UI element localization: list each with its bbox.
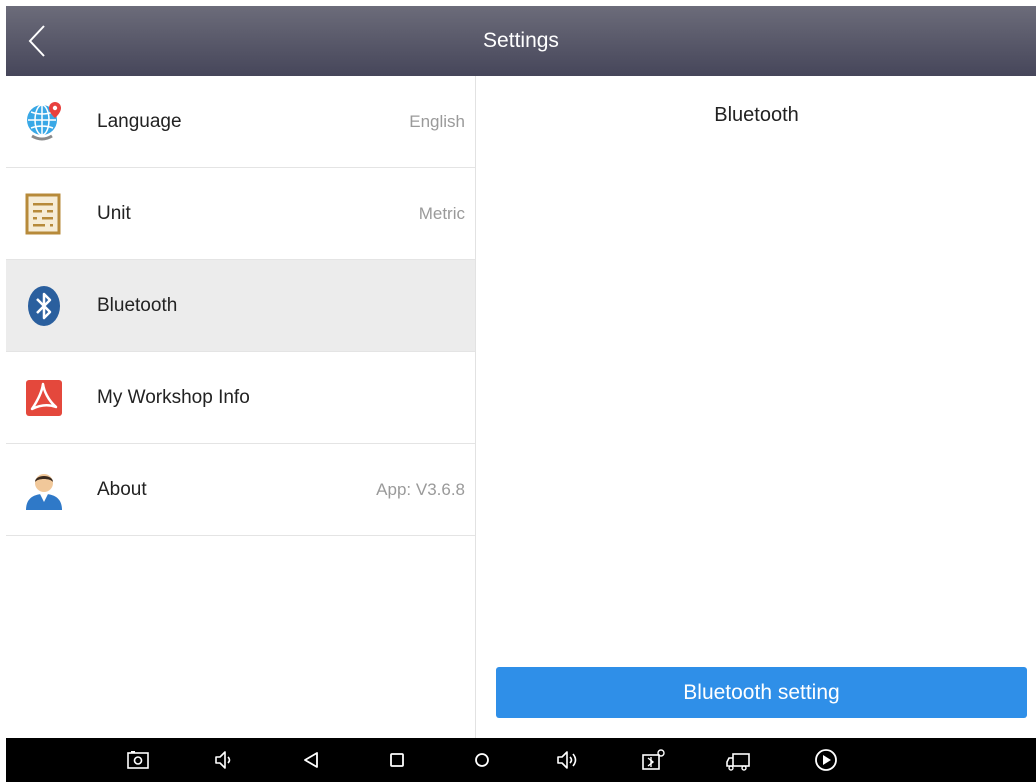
vci-icon: [642, 749, 665, 770]
title-bar: Settings: [6, 6, 1036, 76]
volume-down-button[interactable]: [211, 747, 237, 773]
globe-icon: [22, 100, 66, 144]
screenshot-button[interactable]: [125, 747, 151, 773]
navigation-bar: [6, 738, 1036, 782]
settings-item-about[interactable]: About App: V3.6.8: [6, 444, 475, 536]
play-icon: [815, 749, 837, 771]
home-button[interactable]: [469, 747, 495, 773]
page-title: Settings: [483, 29, 559, 52]
workshop-pdf-icon: [22, 376, 66, 420]
back-icon: [304, 752, 318, 768]
app-window: Settings Language English Unit Metric Bl…: [6, 6, 1036, 782]
bluetooth-icon: [22, 284, 66, 328]
settings-item-value: Metric: [418, 204, 465, 223]
settings-item-label: My Workshop Info: [97, 387, 250, 408]
settings-item-label: Unit: [97, 203, 131, 224]
volume-up-icon: [557, 751, 577, 769]
settings-item-label: Language: [97, 111, 182, 132]
truck-button[interactable]: [725, 747, 751, 773]
volume-up-button[interactable]: [555, 747, 581, 773]
panel-title: Bluetooth: [714, 104, 799, 126]
home-icon: [475, 753, 489, 767]
settings-list: Language English Unit Metric Bluetooth M…: [6, 76, 476, 738]
settings-item-unit[interactable]: Unit Metric: [6, 168, 475, 260]
settings-item-workshop-info[interactable]: My Workshop Info: [6, 352, 475, 444]
volume-down-icon: [215, 751, 231, 769]
settings-item-bluetooth[interactable]: Bluetooth: [6, 260, 475, 352]
settings-item-value: English: [409, 112, 465, 131]
play-button[interactable]: [813, 747, 839, 773]
settings-item-label: About: [97, 479, 147, 500]
bluetooth-setting-button[interactable]: Bluetooth setting: [496, 667, 1027, 718]
back-nav-button[interactable]: [298, 747, 324, 773]
vci-button[interactable]: [640, 747, 666, 773]
abacus-icon: [22, 192, 66, 236]
settings-item-label: Bluetooth: [97, 295, 178, 316]
settings-item-value: App: V3.6.8: [376, 480, 465, 499]
truck-icon: [726, 753, 750, 771]
screenshot-icon: [127, 751, 149, 769]
recents-icon: [390, 753, 404, 767]
detail-panel: Bluetooth Bluetooth setting: [477, 76, 1036, 738]
user-icon: [22, 468, 66, 512]
recents-button[interactable]: [384, 747, 410, 773]
settings-item-language[interactable]: Language English: [6, 76, 475, 168]
